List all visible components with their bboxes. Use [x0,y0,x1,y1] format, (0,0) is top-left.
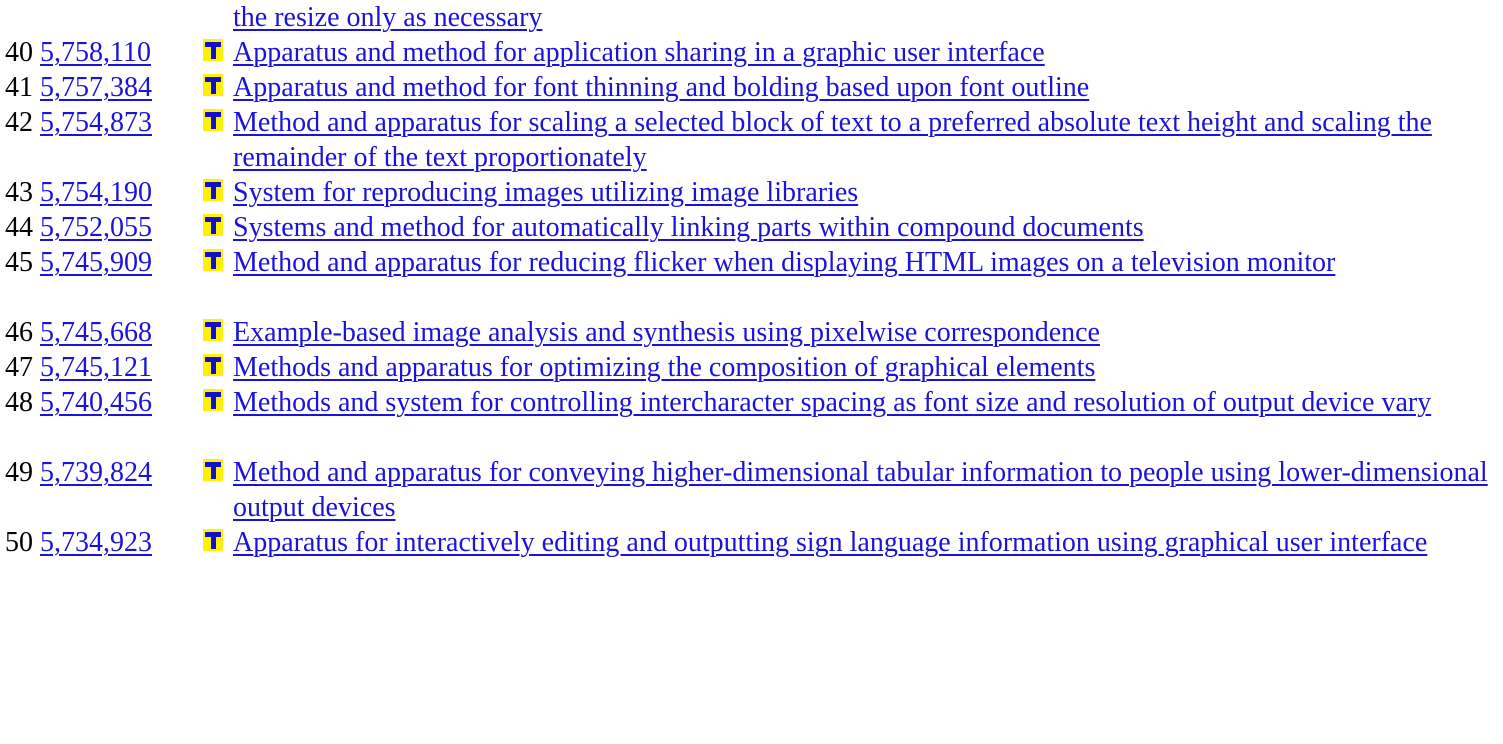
full-text-t-icon[interactable] [203,354,223,376]
result-title-link[interactable]: Method and apparatus for scaling a selec… [233,105,1498,175]
result-row: 47 5,745,121 Methods and apparatus for opt… [0,350,1503,385]
result-title-link[interactable]: Methods and apparatus for optimizing the… [233,350,1498,385]
result-row: 41 5,757,384 Apparatus and method for font… [0,70,1503,105]
result-title-link[interactable]: Example-based image analysis and synthes… [233,315,1498,350]
result-title-link[interactable]: Method and apparatus for conveying highe… [233,455,1498,525]
full-text-t-icon[interactable] [203,109,223,131]
result-title-link[interactable]: System for reproducing images utilizing … [233,175,1498,210]
result-row: 44 5,752,055 Systems and method for automa… [0,210,1503,245]
patent-number-link[interactable]: 5,757,384 [40,70,152,105]
result-title-link[interactable]: Apparatus and method for application sha… [233,35,1498,70]
result-number: 43 [5,177,33,208]
result-row: 46 5,745,668 Example-based image analysis … [0,315,1503,350]
patent-number-link[interactable]: 5,734,923 [40,525,152,560]
full-text-t-icon[interactable] [203,529,223,551]
result-row: 43 5,754,190 System for reproducing images… [0,175,1503,210]
result-number: 45 [5,247,33,278]
search-results-list: the resize only as necessary 40 5,758,110… [0,0,1503,595]
result-title-link[interactable]: the resize only as necessary [233,0,1498,35]
patent-number-link[interactable]: 5,740,456 [40,385,152,420]
full-text-t-icon[interactable] [203,74,223,96]
result-title-link[interactable]: Apparatus for interactively editing and … [233,525,1498,560]
result-row-continued: the resize only as necessary [0,0,1503,35]
full-text-t-icon[interactable] [203,249,223,271]
patent-number-link[interactable]: 5,754,190 [40,175,152,210]
result-title-link[interactable]: Methods and system for controlling inter… [233,385,1498,420]
result-title-link[interactable]: Apparatus and method for font thinning a… [233,70,1498,105]
full-text-t-icon[interactable] [203,319,223,341]
result-row: 49 5,739,824 Method and apparatus for conv… [0,455,1503,525]
result-number: 42 [5,107,33,138]
result-title-link[interactable]: Method and apparatus for reducing flicke… [233,245,1498,280]
result-number: 41 [5,72,33,103]
patent-number-link[interactable]: 5,739,824 [40,455,152,490]
full-text-t-icon[interactable] [203,459,223,481]
result-number: 46 [5,317,33,348]
result-row: 42 5,754,873 Method and apparatus for scal… [0,105,1503,175]
patent-number-link[interactable]: 5,754,873 [40,105,152,140]
full-text-t-icon[interactable] [203,214,223,236]
result-number: 40 [5,37,33,68]
result-row: 40 5,758,110 Apparatus and method for appl… [0,35,1503,70]
full-text-t-icon[interactable] [203,389,223,411]
patent-number-link[interactable]: 5,752,055 [40,210,152,245]
patent-number-link[interactable]: 5,745,909 [40,245,152,280]
full-text-t-icon[interactable] [203,179,223,201]
patent-number-link[interactable]: 5,745,121 [40,350,152,385]
patent-number-link[interactable]: 5,745,668 [40,315,152,350]
patent-number-link[interactable]: 5,758,110 [40,35,151,70]
result-row: 45 5,745,909 Method and apparatus for redu… [0,245,1503,315]
result-number: 48 [5,387,33,418]
result-row: 48 5,740,456 Methods and system for contro… [0,385,1503,455]
full-text-t-icon[interactable] [203,39,223,61]
result-number: 44 [5,212,33,243]
result-number: 50 [5,527,33,558]
result-title-link[interactable]: Systems and method for automatically lin… [233,210,1498,245]
result-number: 47 [5,352,33,383]
result-row: 50 5,734,923 Apparatus for interactively e… [0,525,1503,595]
result-number: 49 [5,457,33,488]
